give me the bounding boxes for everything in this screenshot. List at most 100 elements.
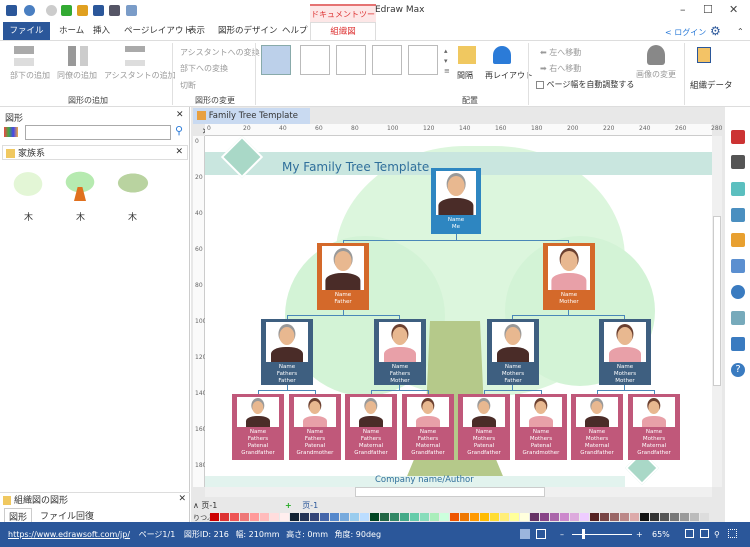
zoom-icon[interactable]: ⚲ xyxy=(714,522,720,547)
color-swatch[interactable] xyxy=(560,513,569,521)
save-icon[interactable] xyxy=(93,5,104,16)
settings-icon[interactable]: ⚙ xyxy=(710,24,721,38)
page-icon[interactable] xyxy=(731,259,745,273)
document-icon[interactable] xyxy=(731,311,745,325)
move-right-button[interactable]: ➡ 右へ移動 xyxy=(540,63,581,74)
horizontal-scrollbar[interactable] xyxy=(205,487,712,497)
layout-style-5[interactable] xyxy=(408,45,438,75)
node-great-grandparent[interactable]: Name Fathers Maternal Grandfather xyxy=(345,394,397,460)
zoom-in-button[interactable]: + xyxy=(636,522,643,547)
tab-insert[interactable]: 挿入 xyxy=(89,22,114,40)
open-icon[interactable] xyxy=(77,5,88,16)
color-swatch[interactable] xyxy=(500,513,509,521)
color-swatch[interactable] xyxy=(280,513,289,521)
login-link[interactable]: < ログイン xyxy=(665,27,706,38)
color-swatch[interactable] xyxy=(370,513,379,521)
color-swatch[interactable] xyxy=(450,513,459,521)
color-swatch[interactable] xyxy=(660,513,669,521)
convert-assistant-button[interactable]: アシスタントへの変換 xyxy=(180,47,260,58)
color-swatch[interactable] xyxy=(250,513,259,521)
tab-shape-design[interactable]: 図形のデザイン xyxy=(214,22,282,40)
minimize-button[interactable]: – xyxy=(680,3,686,16)
color-swatch[interactable] xyxy=(240,513,249,521)
color-swatch[interactable] xyxy=(310,513,319,521)
auto-fit-checkbox[interactable]: ページ幅を自動調整する xyxy=(536,79,634,90)
color-swatch[interactable] xyxy=(580,513,589,521)
collapse-ribbon-icon[interactable]: ⌃ xyxy=(737,27,744,36)
tab-help[interactable]: ヘルプ xyxy=(278,22,312,40)
org-shapes-header[interactable]: 組織図の図形 ✕ xyxy=(0,492,190,506)
globe-icon[interactable] xyxy=(731,285,745,299)
color-swatch[interactable] xyxy=(340,513,349,521)
tree-shape-3[interactable] xyxy=(114,171,152,195)
website-link[interactable]: https://www.edrawsoft.com/jp/ xyxy=(8,530,130,539)
close-icon[interactable]: ✕ xyxy=(178,494,186,504)
tab-file[interactable]: ファイル xyxy=(3,22,50,40)
library-icon[interactable] xyxy=(4,127,18,137)
fit-page-icon[interactable] xyxy=(685,529,694,538)
color-swatch[interactable] xyxy=(460,513,469,521)
zoom-slider-thumb[interactable] xyxy=(582,529,585,539)
color-swatch[interactable] xyxy=(480,513,489,521)
color-swatch[interactable] xyxy=(230,513,239,521)
node-great-grandparent[interactable]: Name Mothers Maternal Grandfather xyxy=(571,394,623,460)
color-swatch[interactable] xyxy=(550,513,559,521)
close-library-icon[interactable]: ✕ xyxy=(175,147,183,157)
color-swatch[interactable] xyxy=(510,513,519,521)
color-swatch[interactable] xyxy=(440,513,449,521)
color-swatch[interactable] xyxy=(700,513,709,521)
color-swatch[interactable] xyxy=(590,513,599,521)
line-icon[interactable] xyxy=(731,155,745,169)
color-swatch[interactable] xyxy=(380,513,389,521)
zoom-out-button[interactable]: – xyxy=(560,522,564,547)
fullscreen-icon[interactable] xyxy=(728,529,737,538)
color-swatch[interactable] xyxy=(360,513,369,521)
tab-view[interactable]: 表示 xyxy=(184,22,209,40)
color-swatch[interactable] xyxy=(490,513,499,521)
outline-view-icon[interactable] xyxy=(536,529,546,539)
add-colleague-button[interactable]: 同僚の追加 xyxy=(57,70,97,81)
color-swatch[interactable] xyxy=(680,513,689,521)
export-icon[interactable] xyxy=(126,5,137,16)
color-swatch[interactable] xyxy=(320,513,329,521)
shadow-icon[interactable] xyxy=(731,182,745,196)
change-image-button[interactable]: 画像の変更 xyxy=(636,69,676,80)
fit-width-icon[interactable] xyxy=(700,529,709,538)
color-swatch[interactable] xyxy=(430,513,439,521)
node-grandparent[interactable]: Name Fathers Father xyxy=(261,319,313,385)
layout-style-2[interactable] xyxy=(300,45,330,75)
layout-style-4[interactable] xyxy=(372,45,402,75)
color-swatch[interactable] xyxy=(690,513,699,521)
color-swatch[interactable] xyxy=(350,513,359,521)
tab-org-chart[interactable]: 組織図 xyxy=(310,22,376,40)
add-subordinate-button[interactable]: 部下の追加 xyxy=(10,70,50,81)
app-menu-icon[interactable] xyxy=(6,5,17,16)
page-view-icon[interactable] xyxy=(520,529,530,539)
layout-style-3[interactable] xyxy=(336,45,366,75)
color-swatch[interactable] xyxy=(300,513,309,521)
spacing-button[interactable]: 間隔 xyxy=(457,70,473,81)
help-icon[interactable]: ? xyxy=(731,363,745,377)
node-grandparent[interactable]: Name Mothers Mother xyxy=(599,319,651,385)
zoom-slider[interactable] xyxy=(572,534,632,535)
print-icon[interactable] xyxy=(109,5,120,16)
node-great-grandparent[interactable]: Name Fathers Patenal Grandmother xyxy=(289,394,341,460)
close-button[interactable]: ✕ xyxy=(729,3,738,16)
zoom-level[interactable]: 65% xyxy=(652,522,670,547)
color-swatch[interactable] xyxy=(650,513,659,521)
shape-search-input[interactable] xyxy=(25,125,171,140)
undo-icon[interactable] xyxy=(24,5,35,16)
color-swatch[interactable] xyxy=(410,513,419,521)
comment-icon[interactable] xyxy=(731,337,745,351)
color-swatch[interactable] xyxy=(400,513,409,521)
move-left-button[interactable]: ⬅ 左へ移動 xyxy=(540,47,581,58)
color-swatch[interactable] xyxy=(520,513,529,521)
node-great-grandparent[interactable]: Name Mothers Patenal Grandfather xyxy=(458,394,510,460)
node-mother[interactable]: Name Mother xyxy=(543,243,595,310)
tree-shape-1[interactable] xyxy=(10,169,46,199)
tab-home[interactable]: ホーム xyxy=(55,22,88,40)
color-swatch[interactable] xyxy=(620,513,629,521)
add-assistant-button[interactable]: アシスタントの追加 xyxy=(104,70,176,81)
image-icon[interactable] xyxy=(731,208,745,222)
color-swatch[interactable] xyxy=(530,513,539,521)
